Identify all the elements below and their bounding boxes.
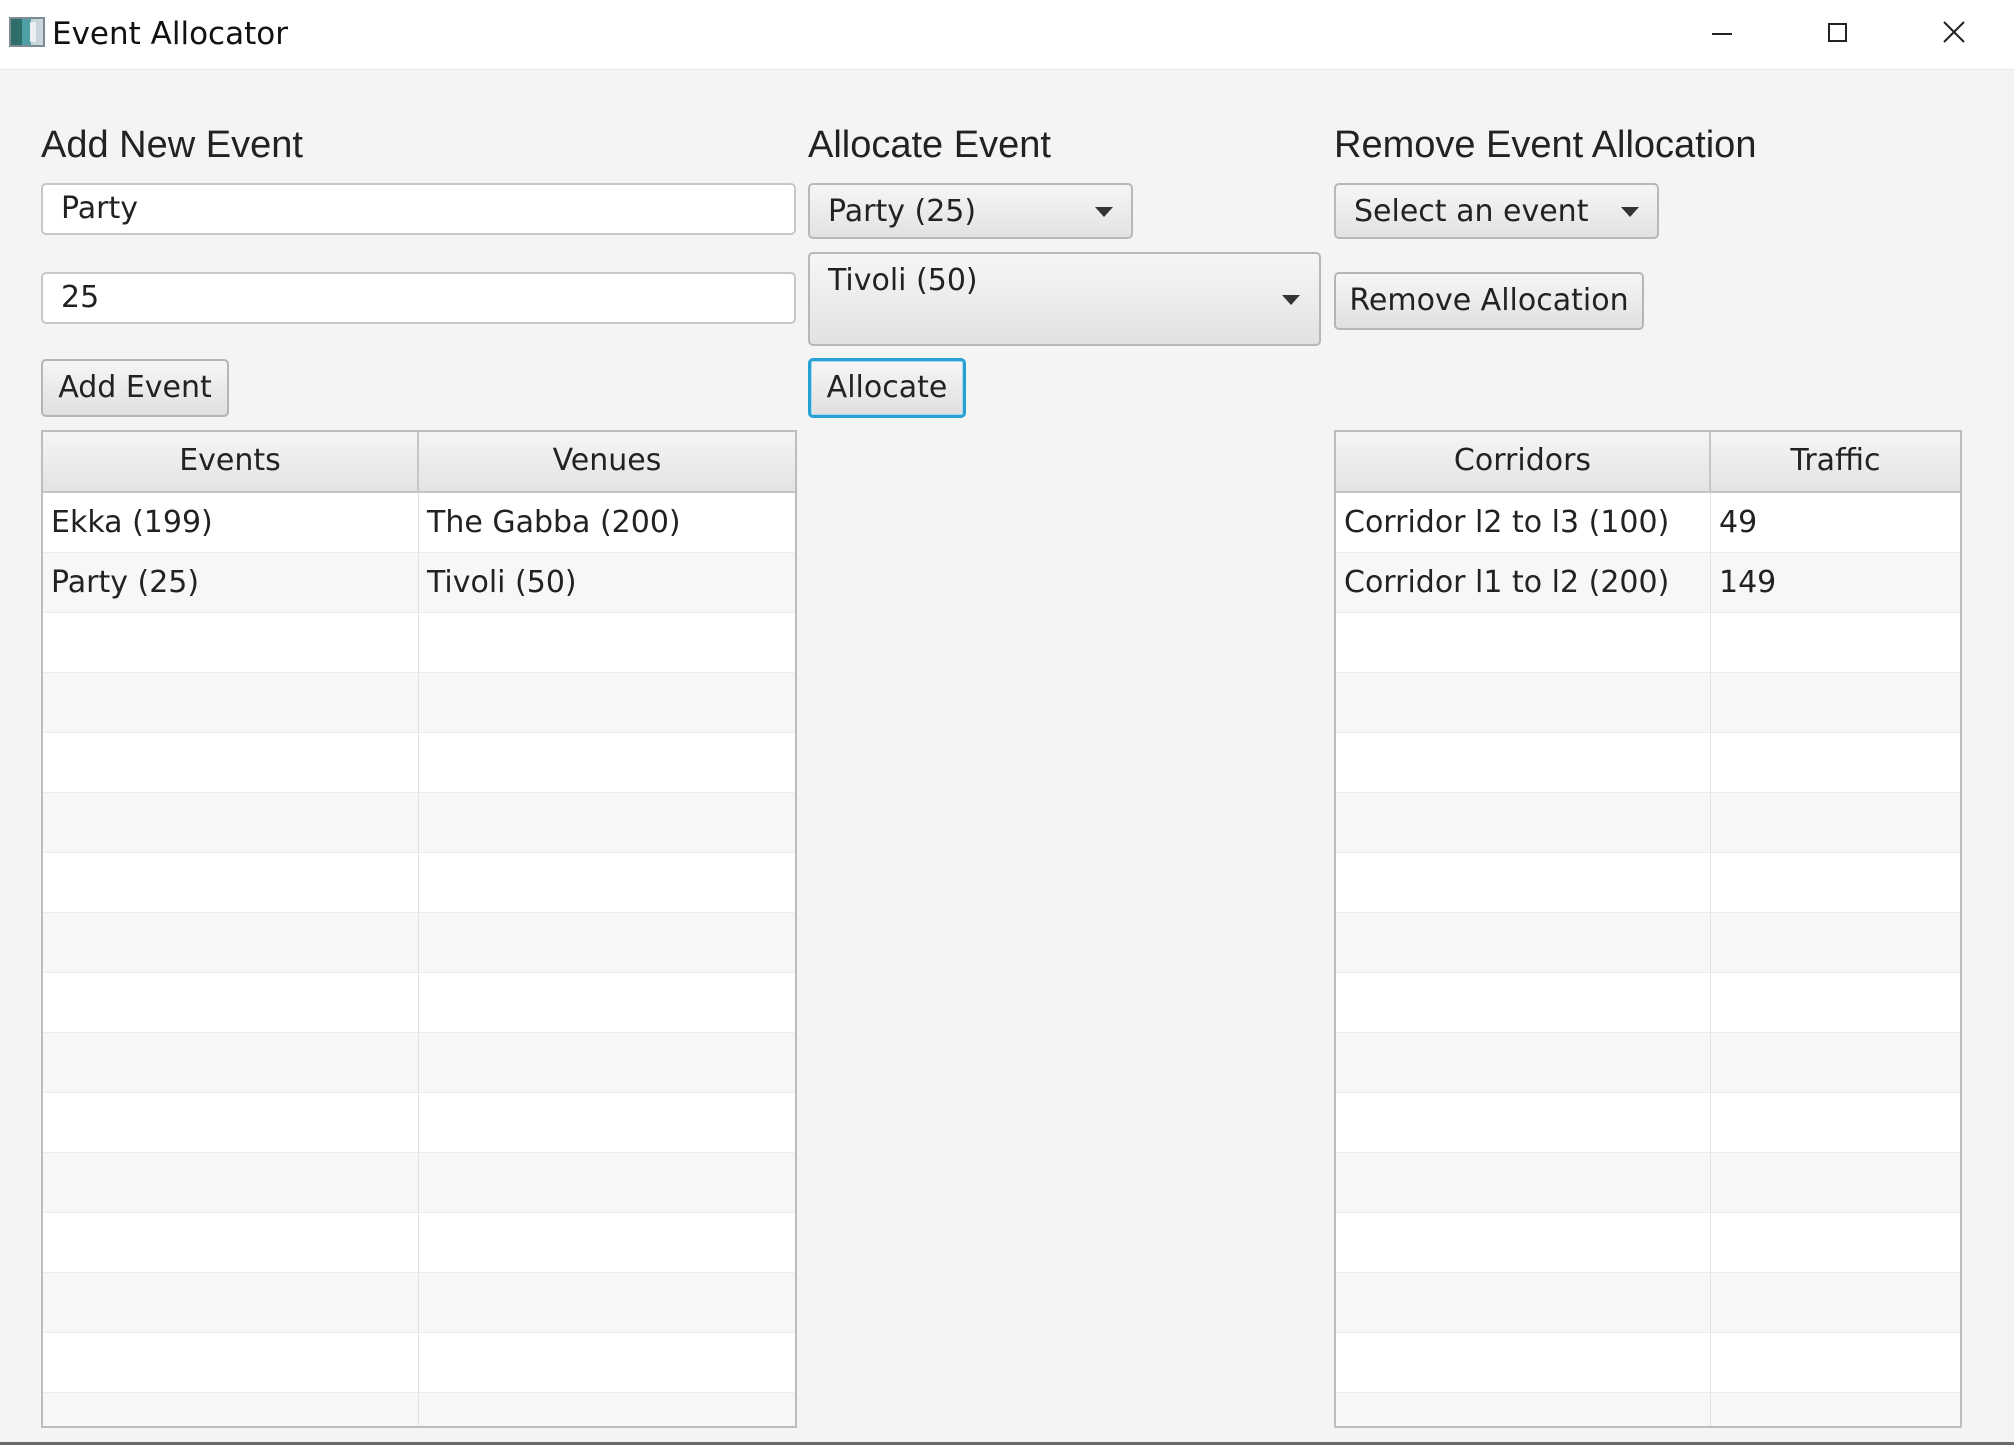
minimize-icon[interactable] xyxy=(1667,0,1782,69)
empty-row xyxy=(43,1333,795,1393)
traffic-table-header: Corridors Traffic xyxy=(1336,432,1960,493)
chevron-down-icon xyxy=(1095,207,1113,217)
empty-row xyxy=(1336,1033,1960,1093)
corridor-cell: Corridor l1 to l2 (200) xyxy=(1336,553,1711,613)
table-row[interactable]: Party (25) Tivoli (50) xyxy=(43,553,795,613)
corridor-cell: Corridor l2 to l3 (100) xyxy=(1336,493,1711,553)
remove-event-select-value: Select an event xyxy=(1354,194,1589,229)
venue-cell: Tivoli (50) xyxy=(419,553,795,613)
table-row[interactable]: Corridor l2 to l3 (100) 49 xyxy=(1336,493,1960,553)
add-event-button[interactable]: Add Event xyxy=(41,359,229,417)
empty-row xyxy=(1336,1213,1960,1273)
table-row[interactable]: Ekka (199) The Gabba (200) xyxy=(43,493,795,553)
traffic-cell: 49 xyxy=(1711,493,1960,553)
empty-row xyxy=(43,1153,795,1213)
event-cell: Party (25) xyxy=(43,553,419,613)
events-table-body: Ekka (199) The Gabba (200) Party (25) Ti… xyxy=(43,493,795,1426)
empty-row xyxy=(43,1273,795,1333)
empty-row xyxy=(1336,1273,1960,1333)
event-name-field[interactable]: Party xyxy=(41,183,796,235)
empty-row xyxy=(43,913,795,973)
empty-row xyxy=(43,613,795,673)
allocate-venue-select[interactable]: Tivoli (50) xyxy=(808,252,1321,346)
column-header-venues[interactable]: Venues xyxy=(419,432,795,491)
event-size-field[interactable]: 25 xyxy=(41,272,796,324)
window-title: Event Allocator xyxy=(52,16,288,52)
allocate-venue-select-value: Tivoli (50) xyxy=(828,263,978,298)
empty-row xyxy=(1336,1093,1960,1153)
empty-row xyxy=(1336,733,1960,793)
title-bar: Event Allocator xyxy=(0,0,2014,70)
chevron-down-icon xyxy=(1282,295,1300,305)
empty-row xyxy=(43,793,795,853)
table-row[interactable]: Corridor l1 to l2 (200) 149 xyxy=(1336,553,1960,613)
maximize-icon[interactable] xyxy=(1782,0,1897,69)
column-header-events[interactable]: Events xyxy=(43,432,419,491)
remove-allocation-button[interactable]: Remove Allocation xyxy=(1334,272,1644,330)
traffic-table-body: Corridor l2 to l3 (100) 49 Corridor l1 t… xyxy=(1336,493,1960,1426)
empty-row xyxy=(1336,793,1960,853)
add-event-heading: Add New Event xyxy=(41,124,303,166)
allocate-event-select[interactable]: Party (25) xyxy=(808,183,1133,239)
empty-row xyxy=(1336,613,1960,673)
event-cell: Ekka (199) xyxy=(43,493,419,553)
close-icon[interactable] xyxy=(1897,0,2012,69)
chevron-down-icon xyxy=(1621,207,1639,217)
remove-event-select[interactable]: Select an event xyxy=(1334,183,1659,239)
traffic-cell: 149 xyxy=(1711,553,1960,613)
empty-row xyxy=(43,1213,795,1273)
empty-row xyxy=(1336,1333,1960,1393)
empty-row xyxy=(43,973,795,1033)
empty-row xyxy=(1336,673,1960,733)
events-table-header: Events Venues xyxy=(43,432,795,493)
empty-row xyxy=(1336,913,1960,973)
allocate-event-heading: Allocate Event xyxy=(808,124,1051,166)
traffic-table[interactable]: Corridors Traffic Corridor l2 to l3 (100… xyxy=(1334,430,1962,1428)
allocate-button[interactable]: Allocate xyxy=(808,358,966,418)
empty-row xyxy=(43,853,795,913)
empty-row xyxy=(43,1033,795,1093)
allocate-event-select-value: Party (25) xyxy=(828,194,977,229)
empty-row xyxy=(1336,1153,1960,1213)
empty-row xyxy=(43,1093,795,1153)
empty-row xyxy=(1336,973,1960,1033)
remove-allocation-heading: Remove Event Allocation xyxy=(1334,124,1757,166)
empty-row xyxy=(43,733,795,793)
app-icon xyxy=(9,17,45,47)
empty-row xyxy=(1336,853,1960,913)
column-header-traffic[interactable]: Traffic xyxy=(1711,432,1960,491)
column-header-corridors[interactable]: Corridors xyxy=(1336,432,1711,491)
events-table[interactable]: Events Venues Ekka (199) The Gabba (200)… xyxy=(41,430,797,1428)
empty-row xyxy=(1336,1393,1960,1426)
venue-cell: The Gabba (200) xyxy=(419,493,795,553)
empty-row xyxy=(43,673,795,733)
empty-row xyxy=(43,1393,795,1426)
